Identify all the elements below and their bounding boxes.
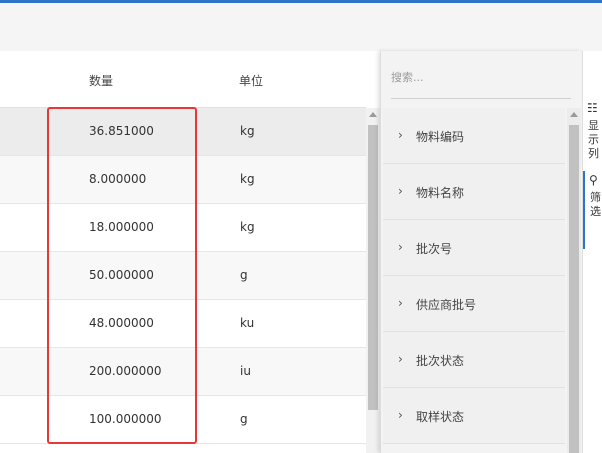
unit-cell: g	[240, 412, 248, 426]
filter-icon: ⚲	[589, 173, 598, 187]
column-list-item[interactable]: › 取样状态	[383, 388, 565, 444]
quantity-cell: 100.000000	[89, 412, 162, 426]
column-list-item-label: 批次状态	[416, 354, 465, 368]
grid-header-row: 数量 单位	[0, 51, 366, 108]
quantity-cell: 18.000000	[89, 220, 154, 234]
column-list-item[interactable]: › 供应商批号	[383, 276, 565, 332]
tab-filter-label: 筛选	[590, 191, 601, 218]
column-header-unit[interactable]: 单位	[239, 72, 263, 89]
column-list-item[interactable]: › 批次号	[383, 220, 565, 276]
column-list-item-label: 物料名称	[416, 186, 465, 200]
table-row[interactable]: 50.000000 g	[0, 252, 366, 300]
chevron-right-icon[interactable]: ›	[398, 184, 403, 198]
quantity-cell: 8.000000	[89, 172, 147, 186]
column-list-item-label: 物料编码	[416, 130, 465, 144]
table-row[interactable]: 48.000000 ku	[0, 300, 366, 348]
chevron-right-icon[interactable]: ›	[398, 240, 403, 254]
panel-search-input[interactable]	[391, 65, 571, 89]
unit-cell: iu	[240, 364, 251, 378]
unit-cell: kg	[240, 220, 255, 234]
unit-cell: kg	[240, 124, 255, 138]
scrollbar-thumb[interactable]	[368, 125, 378, 410]
quantity-cell: 36.851000	[89, 124, 154, 138]
table-row[interactable]: 200.000000 iu	[0, 348, 366, 396]
column-list-item[interactable]: › 物料编码	[383, 108, 565, 164]
quantity-cell: 50.000000	[89, 268, 154, 282]
panel-search	[391, 65, 571, 99]
side-tab-strip: ☷ 显示列 ⚲ 筛选	[582, 51, 602, 453]
column-list: › 物料编码 › 物料名称 › 批次号 › 供应商批号 › 批次状态 › 取样状…	[383, 108, 565, 444]
grid-vertical-scrollbar[interactable]	[366, 108, 380, 453]
scroll-up-arrow-icon[interactable]	[369, 112, 377, 117]
unit-cell: kg	[240, 172, 255, 186]
quantity-cell: 200.000000	[89, 364, 162, 378]
toolbar-strip	[0, 3, 602, 51]
grid-body: 36.851000 kg 8.000000 kg 18.000000 kg 50…	[0, 108, 366, 444]
tab-filter[interactable]: ⚲ 筛选	[583, 171, 602, 249]
tab-columns[interactable]: ☷ 显示列	[583, 99, 602, 160]
unit-cell: g	[240, 268, 248, 282]
table-row[interactable]: 18.000000 kg	[0, 204, 366, 252]
panel-vertical-scrollbar[interactable]	[567, 108, 581, 453]
scrollbar-thumb[interactable]	[569, 125, 579, 453]
tab-columns-label: 显示列	[588, 119, 599, 160]
column-list-item[interactable]: › 批次状态	[383, 332, 565, 388]
chevron-right-icon[interactable]: ›	[398, 352, 403, 366]
grid-columns-icon: ☷	[587, 101, 598, 115]
chevron-right-icon[interactable]: ›	[398, 296, 403, 310]
column-list-item[interactable]: › 物料名称	[383, 164, 565, 220]
column-list-item-label: 批次号	[416, 242, 453, 256]
column-tool-panel: › 物料编码 › 物料名称 › 批次号 › 供应商批号 › 批次状态 › 取样状…	[380, 51, 582, 453]
chevron-right-icon[interactable]: ›	[398, 128, 403, 142]
column-list-item-label: 供应商批号	[416, 298, 477, 312]
quantity-cell: 48.000000	[89, 316, 154, 330]
unit-cell: ku	[240, 316, 255, 330]
table-row[interactable]: 100.000000 g	[0, 396, 366, 444]
data-grid: 数量 单位 36.851000 kg 8.000000 kg 18.000000…	[0, 51, 366, 453]
scroll-up-arrow-icon[interactable]	[570, 112, 578, 117]
column-list-item-label: 取样状态	[416, 410, 465, 424]
column-header-quantity[interactable]: 数量	[89, 72, 113, 89]
chevron-right-icon[interactable]: ›	[398, 408, 403, 422]
table-row[interactable]: 36.851000 kg	[0, 108, 366, 156]
table-row[interactable]: 8.000000 kg	[0, 156, 366, 204]
